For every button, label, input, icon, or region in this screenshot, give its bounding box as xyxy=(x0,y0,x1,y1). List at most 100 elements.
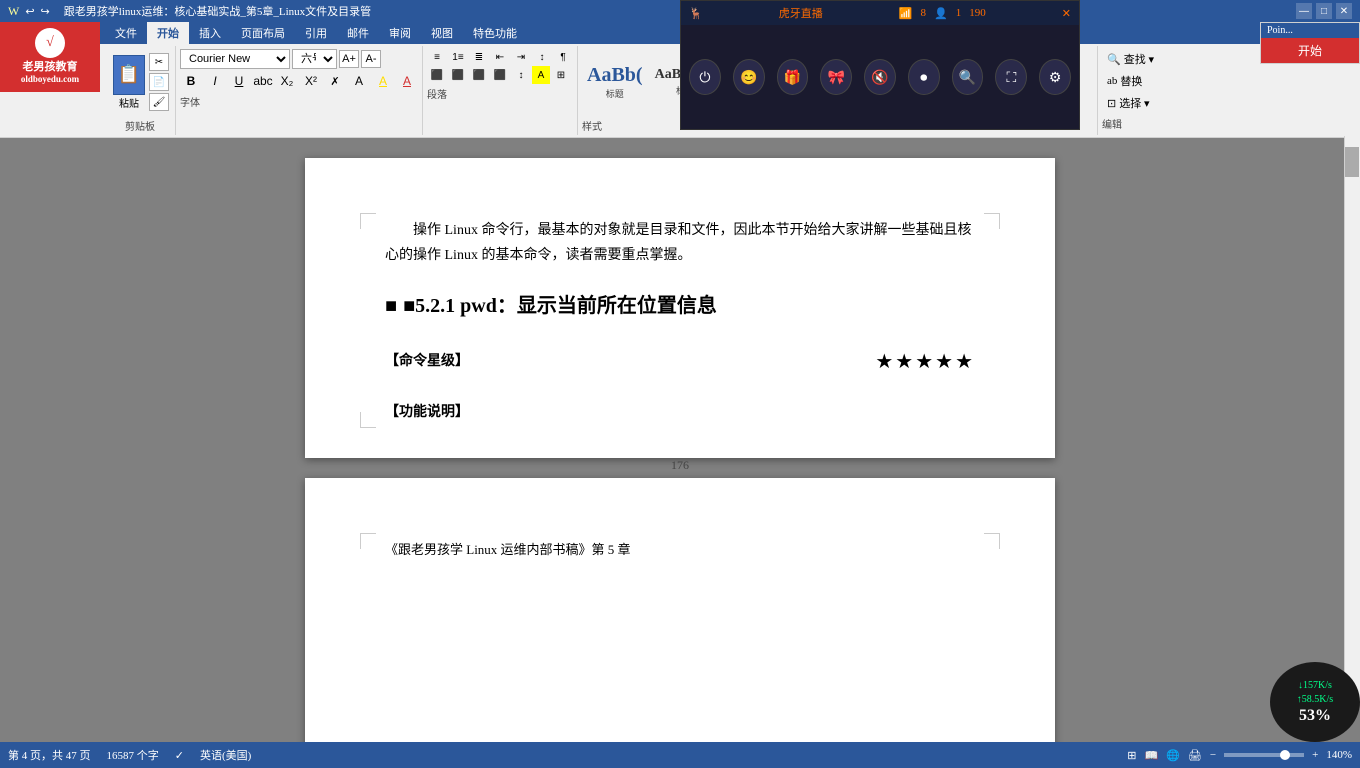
tab-view[interactable]: 视图 xyxy=(421,22,463,44)
view-read[interactable]: 📖 xyxy=(1145,749,1159,762)
scrollbar[interactable] xyxy=(1344,136,1360,702)
scrollbar-thumb[interactable] xyxy=(1345,147,1359,177)
tab-review[interactable]: 审阅 xyxy=(379,22,421,44)
find-label: 查找 ▾ xyxy=(1124,51,1154,67)
subscript-button[interactable]: X₂ xyxy=(276,71,298,91)
increase-indent-button[interactable]: ⇥ xyxy=(511,48,531,66)
shading-button[interactable]: A xyxy=(532,66,550,84)
sort-button[interactable]: ↕ xyxy=(532,48,552,66)
page-info: 第 4 页，共 47 页 xyxy=(8,747,91,763)
logo-area: √ 老男孩教育 oldboyedu.com xyxy=(0,22,100,92)
view-print[interactable]: 🖨 xyxy=(1188,749,1202,762)
text-effect-button[interactable]: A xyxy=(348,71,370,91)
numbering-button[interactable]: 1≡ xyxy=(448,48,468,66)
users-value: 1 xyxy=(956,7,962,19)
tab-special[interactable]: 特色功能 xyxy=(463,22,527,44)
show-marks-button[interactable]: ¶ xyxy=(553,48,573,66)
start-button[interactable]: 开始 xyxy=(1261,38,1359,63)
bullets-button[interactable]: ≡ xyxy=(427,48,447,66)
clear-format-button[interactable]: ✗ xyxy=(324,71,346,91)
view-web[interactable]: 🌐 xyxy=(1166,749,1180,762)
tab-layout[interactable]: 页面布局 xyxy=(231,22,295,44)
tab-file[interactable]: 文件 xyxy=(105,22,147,44)
netspeed-overlay: ↓157K/s ↑58.5K/s 53% xyxy=(1270,662,1360,742)
corner-tl-2 xyxy=(360,533,376,549)
live-icon: 🦌 xyxy=(689,7,703,20)
tab-references[interactable]: 引用 xyxy=(295,22,337,44)
paste-button[interactable]: 📋 粘贴 xyxy=(111,53,147,112)
corner-tr-2 xyxy=(984,533,1000,549)
live-present-button[interactable]: 🎀 xyxy=(820,59,852,95)
live-close-btn[interactable]: ✕ xyxy=(1062,7,1071,20)
logo-text2: oldboyedu.com xyxy=(21,74,79,86)
align-left-button[interactable]: ⬛ xyxy=(427,66,447,84)
title-bar-undo[interactable]: ↩ xyxy=(25,5,34,18)
title-bar-redo[interactable]: ↪ xyxy=(41,5,50,18)
font-color-button[interactable]: A xyxy=(396,71,418,91)
doc-page-1: 操作 Linux 命令行，最基本的对象就是目录和文件，因此本节开始给大家讲解一些… xyxy=(305,158,1055,458)
signal-icon: 📶 xyxy=(899,7,913,20)
format-painter-button[interactable]: 🖌 xyxy=(149,93,169,111)
section-title: ■5.2.1 pwd：显示当前所在位置信息 xyxy=(403,288,717,324)
maximize-button[interactable]: □ xyxy=(1316,3,1332,19)
clipboard-secondary: ✂ 📄 🖌 xyxy=(149,53,169,111)
live-smiley-button[interactable]: 😊 xyxy=(733,59,765,95)
corner-tr xyxy=(984,213,1000,229)
cut-button[interactable]: ✂ xyxy=(149,53,169,71)
align-right-button[interactable]: ⬛ xyxy=(469,66,489,84)
corner-tl xyxy=(360,213,376,229)
para-row1: ≡ 1≡ ≣ ⇤ ⇥ ↕ ¶ xyxy=(427,48,573,66)
status-bar: 第 4 页，共 47 页 16587 个字 ✓ 英语(美国) ⊞ 📖 🌐 🖨 −… xyxy=(0,742,1360,768)
copy-button[interactable]: 📄 xyxy=(149,73,169,91)
tab-mail[interactable]: 邮件 xyxy=(337,22,379,44)
minimize-button[interactable]: — xyxy=(1296,3,1312,19)
live-stats-top: 📶 8 👤 1 190 xyxy=(899,7,986,20)
zoom-in-button[interactable]: + xyxy=(1312,749,1318,761)
font-shrink-button[interactable]: A- xyxy=(361,50,381,68)
multilevel-button[interactable]: ≣ xyxy=(469,48,489,66)
live-gift-button[interactable]: 🎁 xyxy=(777,59,809,95)
underline-button[interactable]: U xyxy=(228,71,250,91)
font-grow-button[interactable]: A+ xyxy=(339,50,359,68)
page-content-2: 《跟老男孩学 Linux 运维内部书稿》第 5 章 xyxy=(385,538,975,561)
view-normal[interactable]: ⊞ xyxy=(1127,749,1136,762)
find-button[interactable]: 🔍 查找 ▾ xyxy=(1102,48,1174,70)
live-search-button[interactable]: 🔍 xyxy=(952,59,984,95)
select-button[interactable]: ⊡ 选择 ▾ xyxy=(1102,92,1174,114)
superscript-button[interactable]: X² xyxy=(300,71,322,91)
zoom-thumb xyxy=(1280,750,1290,760)
clipboard-group: 📋 粘贴 ✂ 📄 🖌 剪贴板 xyxy=(105,46,176,135)
live-record-button[interactable]: ⏺ xyxy=(908,59,940,95)
title-text: 跟老男孩学linux运维：核心基础实战_第5章_Linux文件及目录管 xyxy=(64,3,371,19)
line-spacing-button[interactable]: ↕ xyxy=(511,66,531,84)
replace-button[interactable]: ab 替换 xyxy=(1102,70,1174,92)
strikethrough-button[interactable]: abc xyxy=(252,71,274,91)
title-bar-left: W ↩ ↪ 跟老男孩学linux运维：核心基础实战_第5章_Linux文件及目录… xyxy=(8,3,371,19)
page-footer-text: 《跟老男孩学 Linux 运维内部书稿》第 5 章 xyxy=(385,538,975,561)
tab-insert[interactable]: 插入 xyxy=(189,22,231,44)
style-title[interactable]: AaBb( 标题 xyxy=(582,48,648,116)
zoom-out-button[interactable]: − xyxy=(1210,749,1216,761)
decrease-indent-button[interactable]: ⇤ xyxy=(490,48,510,66)
border-button[interactable]: ⊞ xyxy=(551,66,571,84)
live-fullscreen-button[interactable]: ⛶ xyxy=(995,59,1027,95)
highlight-button[interactable]: A xyxy=(372,71,394,91)
close-button[interactable]: ✕ xyxy=(1336,3,1352,19)
font-name-select[interactable]: Courier New xyxy=(180,49,290,69)
italic-button[interactable]: I xyxy=(204,71,226,91)
align-center-button[interactable]: ⬛ xyxy=(448,66,468,84)
bold-button[interactable]: B xyxy=(180,71,202,91)
live-settings-button[interactable]: ⚙ xyxy=(1039,59,1071,95)
zoom-slider[interactable] xyxy=(1224,753,1304,757)
font-size-select[interactable]: 六号 xyxy=(292,49,337,69)
live-power-button[interactable]: ⏻ xyxy=(689,59,721,95)
paste-icon: 📋 xyxy=(113,55,145,95)
logo-text1: 老男孩教育 xyxy=(23,60,78,74)
main-area[interactable]: 操作 Linux 命令行，最基本的对象就是目录和文件，因此本节开始给大家讲解一些… xyxy=(0,138,1360,744)
section-bullet: ■ xyxy=(385,288,397,324)
paragraph-1: 操作 Linux 命令行，最基本的对象就是目录和文件，因此本节开始给大家讲解一些… xyxy=(385,218,975,268)
live-mute-button[interactable]: 🔇 xyxy=(864,59,896,95)
zoom-level: 140% xyxy=(1326,749,1352,761)
justify-button[interactable]: ⬛ xyxy=(490,66,510,84)
tab-home[interactable]: 开始 xyxy=(147,22,189,44)
